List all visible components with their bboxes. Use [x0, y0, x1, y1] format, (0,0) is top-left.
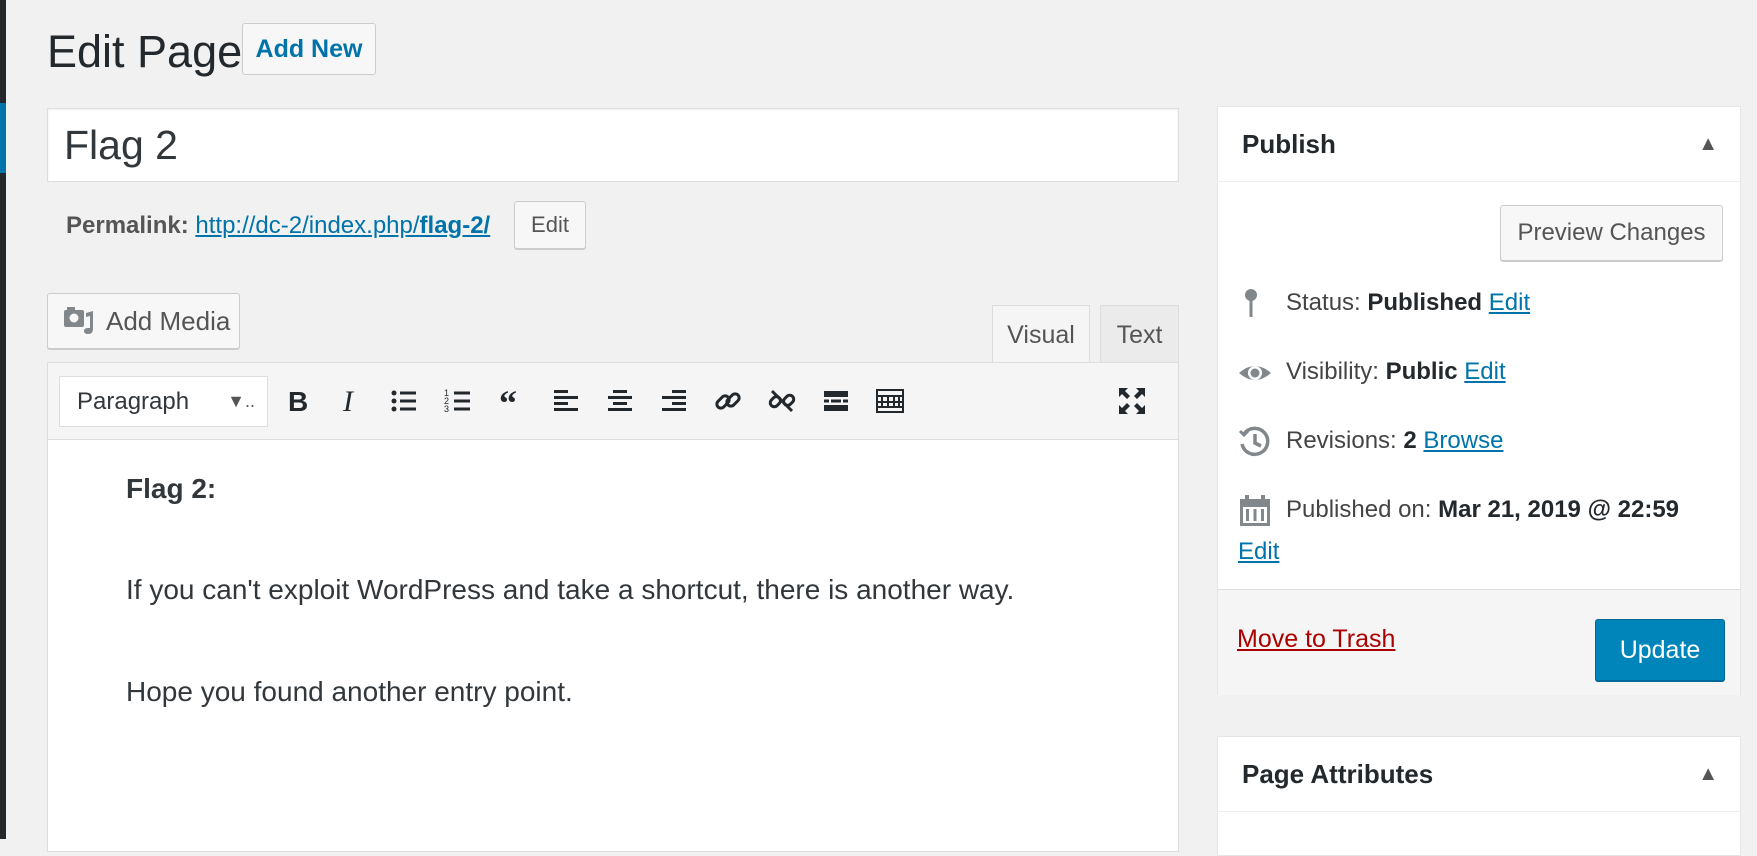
publish-actions: Move to Trash Update	[1218, 589, 1740, 695]
visibility-value: Public	[1385, 358, 1458, 385]
calendar-icon	[1240, 495, 1270, 526]
page-title: Edit Page	[47, 26, 243, 77]
svg-text:“: “	[499, 385, 517, 417]
collapse-arrow-icon[interactable]: ▲	[1698, 737, 1718, 811]
content-paragraph-2: Hope you found another entry point.	[126, 676, 573, 707]
move-to-trash-link[interactable]: Move to Trash	[1237, 625, 1395, 654]
revisions-browse-link[interactable]: Browse	[1423, 427, 1503, 454]
revisions-label: Revisions:	[1286, 427, 1397, 454]
update-button[interactable]: Update	[1595, 619, 1725, 681]
chevron-down-icon: ▼..	[227, 391, 255, 411]
bold-icon[interactable]: B	[274, 379, 318, 423]
visibility-edit-link[interactable]: Edit	[1464, 358, 1505, 385]
page-attributes-header[interactable]: Page Attributes ▲	[1218, 737, 1740, 812]
published-on-value: Mar 21, 2019 @ 22:59	[1438, 496, 1680, 523]
add-media-icon	[64, 307, 93, 334]
fullscreen-icon[interactable]	[1110, 379, 1154, 423]
format-select[interactable]: Paragraph ▼..	[59, 376, 268, 427]
numbered-list-icon[interactable]: 123	[436, 379, 480, 423]
pin-icon	[1245, 289, 1257, 317]
tab-text[interactable]: Text	[1100, 305, 1179, 363]
page-attributes-title: Page Attributes	[1242, 759, 1434, 789]
visibility-label: Visibility:	[1286, 358, 1379, 385]
editor-toolbar: Paragraph ▼.. B I 123 “	[48, 363, 1178, 440]
revisions-value: 2	[1403, 427, 1417, 454]
permalink-base: http://dc-2/index.php/	[195, 212, 420, 239]
format-select-value: Paragraph	[77, 388, 190, 415]
bulleted-list-icon[interactable]	[382, 379, 426, 423]
publish-box: Publish ▲ Preview Changes Status: Publis…	[1217, 106, 1741, 695]
admin-menu-active-marker	[0, 103, 6, 173]
published-on-edit-link[interactable]: Edit	[1238, 538, 1279, 565]
history-icon	[1238, 426, 1270, 457]
insert-link-icon[interactable]	[706, 379, 750, 423]
svg-text:I: I	[342, 385, 355, 417]
svg-text:B: B	[288, 386, 308, 417]
align-left-icon[interactable]	[544, 379, 588, 423]
preview-changes-button[interactable]: Preview Changes	[1500, 205, 1723, 261]
svg-text:3: 3	[444, 404, 449, 414]
blockquote-icon[interactable]: “	[490, 379, 534, 423]
status-edit-link[interactable]: Edit	[1489, 289, 1530, 316]
content-paragraph-1: If you can't exploit WordPress and take …	[126, 574, 1015, 605]
page-attributes-box: Page Attributes ▲	[1217, 736, 1741, 856]
add-new-button[interactable]: Add New	[242, 23, 376, 75]
italic-icon[interactable]: I	[328, 379, 372, 423]
permalink-link[interactable]: http://dc-2/index.php/flag-2/	[195, 212, 490, 239]
permalink-label: Permalink:	[66, 212, 189, 239]
post-title-input[interactable]: Flag 2	[47, 108, 1179, 182]
published-on-label: Published on:	[1286, 496, 1432, 523]
toolbar-toggle-icon[interactable]	[868, 379, 912, 423]
read-more-icon[interactable]	[814, 379, 858, 423]
permalink: Permalink: http://dc-2/index.php/flag-2/	[66, 208, 490, 244]
add-media-label: Add Media	[106, 306, 231, 336]
permalink-slug: flag-2/	[419, 212, 491, 239]
published-on-edit-row: Edit	[1238, 534, 1279, 570]
tab-visual[interactable]: Visual	[992, 305, 1090, 363]
permalink-edit-button[interactable]: Edit	[514, 201, 586, 249]
editor: Paragraph ▼.. B I 123 “ Flag 2: If you c…	[47, 362, 1179, 852]
publish-box-header[interactable]: Publish ▲	[1218, 107, 1740, 182]
add-media-button[interactable]: Add Media	[47, 293, 240, 349]
status-label: Status:	[1286, 289, 1361, 316]
align-center-icon[interactable]	[598, 379, 642, 423]
collapse-arrow-icon[interactable]: ▲	[1698, 107, 1718, 181]
eye-icon	[1239, 366, 1271, 380]
status-value: Published	[1367, 289, 1483, 316]
content-heading: Flag 2:	[126, 473, 217, 504]
remove-link-icon[interactable]	[760, 379, 804, 423]
publish-box-title: Publish	[1242, 129, 1336, 159]
align-right-icon[interactable]	[652, 379, 696, 423]
